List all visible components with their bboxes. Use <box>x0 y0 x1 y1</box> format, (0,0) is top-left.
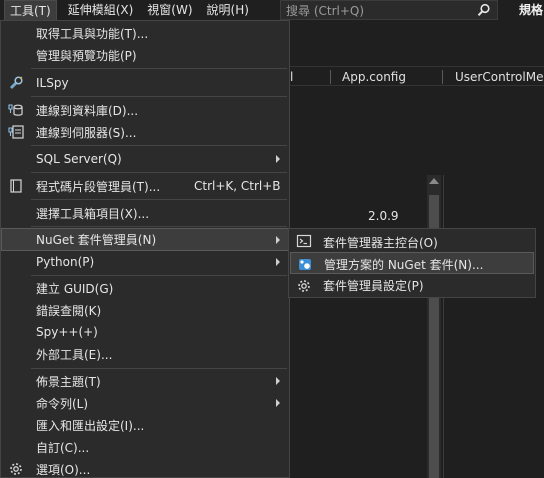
menu-item-nuget[interactable]: NuGet 套件管理員(N) <box>1 228 289 251</box>
tab-separator <box>442 70 443 84</box>
menu-extensions[interactable]: 延伸模組(X) <box>63 0 139 20</box>
scroll-up-arrow-icon[interactable] <box>429 178 439 184</box>
snippet-icon <box>10 179 22 193</box>
menu-separator <box>31 172 287 173</box>
menu-separator <box>31 199 287 200</box>
menu-item-label: 命令列(L) <box>36 396 89 411</box>
menu-separator <box>31 68 287 69</box>
menu-item-theme[interactable]: 佈景主題(T) <box>1 370 289 392</box>
search-icon[interactable] <box>477 3 491 17</box>
menu-separator <box>31 368 287 369</box>
menu-item-label: 外部工具(E)... <box>36 347 113 362</box>
server-connect-icon <box>8 125 24 139</box>
menu-item-customize[interactable]: 自訂(C)... <box>1 436 289 458</box>
submenu-item-label: 套件管理器主控台(O) <box>323 236 438 250</box>
window-title-truncated: 規格 <box>519 3 544 17</box>
tab-partial[interactable]: l <box>290 67 293 87</box>
menu-item-label: 連線到伺服器(S)... <box>36 125 137 140</box>
submenu-item-label: 套件管理員設定(P) <box>323 279 424 293</box>
tab-app-config[interactable]: App.config <box>342 67 406 87</box>
menu-item-label: 錯誤查閱(K) <box>36 303 102 318</box>
submenu-item-label: 管理方案的 NuGet 套件(N)... <box>324 258 484 272</box>
tab-usercontrolmenu[interactable]: UserControlMen <box>455 67 544 87</box>
menu-item-options[interactable]: 選項(O)... <box>1 458 289 478</box>
menu-item-error-lookup[interactable]: 錯誤查閱(K) <box>1 299 289 321</box>
menu-item-create-guid[interactable]: 建立 GUID(G) <box>1 277 289 299</box>
submenu-item-manage-nuget-packages[interactable]: 管理方案的 NuGet 套件(N)... <box>290 252 534 274</box>
menu-item-external-tools[interactable]: 外部工具(E)... <box>1 343 289 365</box>
menu-item-label: 連線到資料庫(D)... <box>36 103 139 118</box>
submenu-arrow-icon <box>276 258 280 266</box>
menu-separator <box>31 275 287 276</box>
menu-item-sql-server[interactable]: SQL Server(Q) <box>1 148 289 170</box>
submenu-arrow-icon <box>276 236 280 244</box>
menu-item-command-line[interactable]: 命令列(L) <box>1 392 289 414</box>
menu-item-label: 程式碼片段管理員(T)... <box>36 179 161 194</box>
menu-item-label: SQL Server(Q) <box>36 152 122 166</box>
menu-item-shortcut: Ctrl+K, Ctrl+B <box>194 179 281 193</box>
submenu-arrow-icon <box>276 377 280 385</box>
menu-item-label: Spy++(+) <box>36 325 98 339</box>
pane-divider <box>443 175 444 478</box>
tab-separator <box>330 70 331 84</box>
search-placeholder: 搜尋 (Ctrl+Q) <box>286 3 365 18</box>
menu-item-python[interactable]: Python(P) <box>1 251 289 273</box>
gear-icon <box>10 463 22 475</box>
menu-item-snippet-manager[interactable]: 程式碼片段管理員(T)... Ctrl+K, Ctrl+B <box>1 175 289 197</box>
menu-item-label: 取得工具與功能(T)... <box>36 26 149 41</box>
submenu-item-package-settings[interactable]: 套件管理員設定(P) <box>290 275 534 297</box>
menu-item-label: 選項(O)... <box>36 462 91 477</box>
submenu-arrow-icon <box>276 155 280 163</box>
menu-item-connect-server[interactable]: 連線到伺服器(S)... <box>1 121 289 143</box>
database-connect-icon <box>8 104 23 116</box>
menu-item-connect-database[interactable]: 連線到資料庫(D)... <box>1 99 289 121</box>
ilspy-icon <box>10 76 23 89</box>
console-icon <box>296 234 312 248</box>
menu-separator <box>31 96 287 97</box>
menu-item-label: 建立 GUID(G) <box>36 281 114 296</box>
nuget-submenu: 套件管理器主控台(O) 管理方案的 NuGet 套件(N)... 套件管理員設定… <box>288 228 536 298</box>
menu-item-label: ILSpy <box>36 76 69 90</box>
menu-separator <box>31 226 287 227</box>
menu-item-label: 匯入和匯出設定(I)... <box>36 418 145 433</box>
menu-help[interactable]: 說明(H) <box>202 0 254 20</box>
menu-item-choose-toolbox[interactable]: 選擇工具箱項目(X)... <box>1 202 289 224</box>
menu-separator <box>31 145 287 146</box>
gear-icon <box>298 280 310 292</box>
menu-item-label: NuGet 套件管理員(N) <box>36 233 157 247</box>
menu-window[interactable]: 視窗(W) <box>142 0 197 20</box>
submenu-item-package-console[interactable]: 套件管理器主控台(O) <box>290 230 534 252</box>
menu-item-label: 自訂(C)... <box>36 440 90 455</box>
search-input[interactable]: 搜尋 (Ctrl+Q) <box>280 0 498 20</box>
menu-item-get-tools[interactable]: 取得工具與功能(T)... <box>1 22 289 44</box>
menu-item-spy[interactable]: Spy++(+) <box>1 321 289 343</box>
menu-item-label: 選擇工具箱項目(X)... <box>36 206 150 221</box>
menu-tools[interactable]: 工具(T) <box>4 0 57 20</box>
menu-item-label: Python(P) <box>36 255 95 269</box>
menu-item-label: 佈景主題(T) <box>36 374 101 389</box>
nuget-icon <box>299 259 311 270</box>
version-value: 2.0.9 <box>368 209 399 223</box>
tools-menu: 取得工具與功能(T)... 管理與預覽功能(P) ILSpy 連線到資料庫(D)… <box>0 20 290 478</box>
menu-item-label: 管理與預覽功能(P) <box>36 48 137 63</box>
menu-item-ilspy[interactable]: ILSpy <box>1 72 289 94</box>
submenu-arrow-icon <box>276 399 280 407</box>
menu-item-manage-preview[interactable]: 管理與預覽功能(P) <box>1 44 289 66</box>
document-tabstrip: l App.config UserControlMen <box>290 66 544 86</box>
menu-item-import-export[interactable]: 匯入和匯出設定(I)... <box>1 414 289 436</box>
